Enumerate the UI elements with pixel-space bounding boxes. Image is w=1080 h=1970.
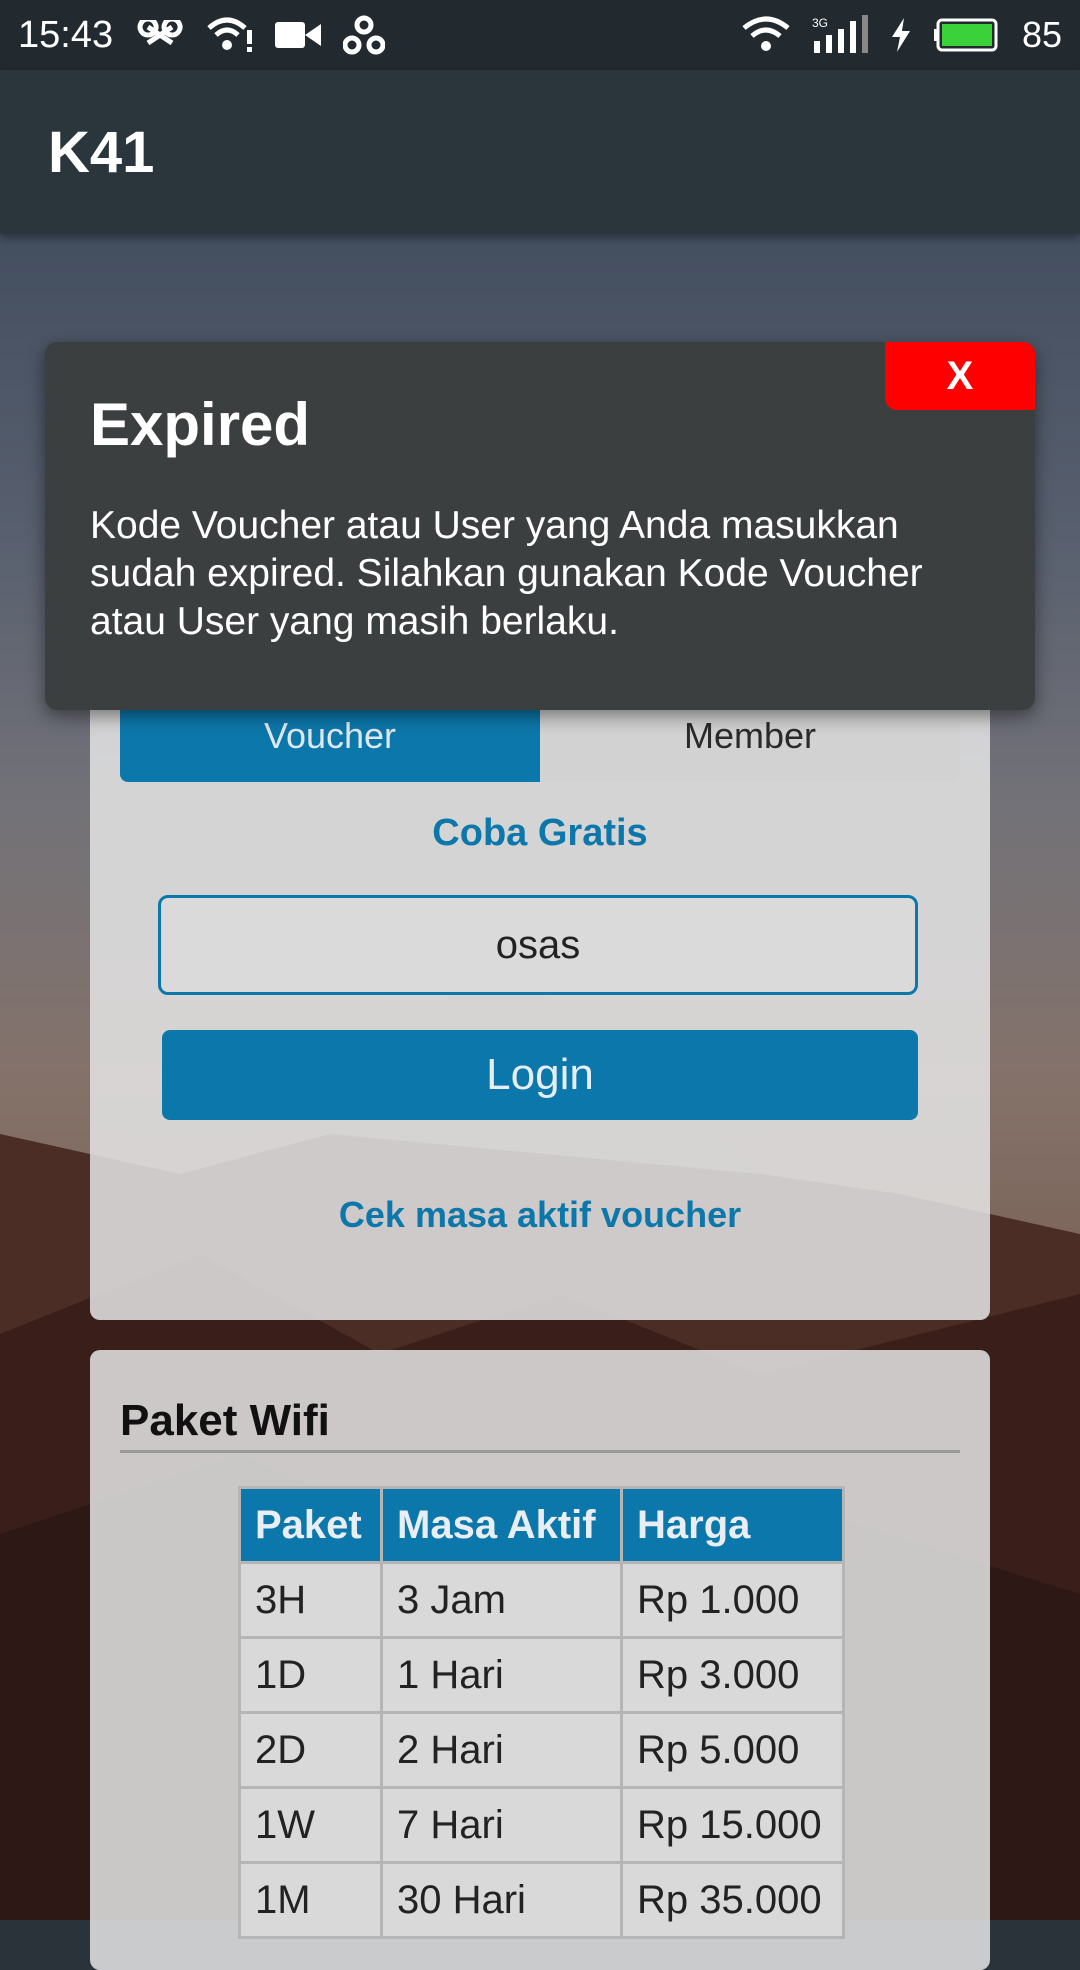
status-bar: 15:43 3G 85	[0, 0, 1080, 70]
paket-table: Paket Masa Aktif Harga 3H 3 Jam Rp 1.000…	[238, 1486, 845, 1939]
header-paket: Paket	[238, 1486, 383, 1564]
cell-paket: 1D	[238, 1636, 383, 1714]
signal-3g-icon: 3G	[812, 15, 868, 55]
table-row: 1D 1 Hari Rp 3.000	[238, 1636, 845, 1714]
table-row: 1M 30 Hari Rp 35.000	[238, 1861, 845, 1939]
cell-paket: 2D	[238, 1711, 383, 1789]
link-icon	[135, 20, 185, 50]
table-row: 1W 7 Hari Rp 15.000	[238, 1786, 845, 1864]
voucher-input[interactable]	[158, 895, 918, 995]
expired-dialog: X Expired Kode Voucher atau User yang An…	[45, 342, 1035, 710]
status-time: 15:43	[18, 13, 114, 56]
login-button[interactable]: Login	[162, 1030, 918, 1120]
cell-masa-aktif: 2 Hari	[380, 1711, 623, 1789]
cell-paket: 1W	[238, 1786, 383, 1864]
cell-masa-aktif: 3 Jam	[380, 1561, 623, 1639]
video-icon	[275, 20, 322, 50]
hotspot-icon	[343, 15, 386, 55]
app-bar: K41	[0, 70, 1080, 234]
header-harga: Harga	[620, 1486, 845, 1564]
status-bar-left: 15:43	[18, 13, 386, 57]
cell-harga: Rp 35.000	[620, 1861, 845, 1939]
cell-harga: Rp 3.000	[620, 1636, 845, 1714]
battery-percent: 85	[1021, 14, 1062, 55]
app-title: K41	[48, 119, 155, 185]
table-header-row: Paket Masa Aktif Harga	[238, 1486, 845, 1564]
table-row: 3H 3 Jam Rp 1.000	[238, 1561, 845, 1639]
svg-text:3G: 3G	[812, 16, 828, 30]
cell-harga: Rp 1.000	[620, 1561, 845, 1639]
header-masa-aktif: Masa Aktif	[380, 1486, 623, 1564]
coba-gratis-link[interactable]: Coba Gratis	[90, 812, 990, 855]
charging-icon	[890, 18, 912, 52]
cek-masa-aktif-link[interactable]: Cek masa aktif voucher	[90, 1194, 990, 1236]
dialog-title: Expired	[90, 391, 311, 458]
wifi-icon	[742, 16, 790, 54]
table-row: 2D 2 Hari Rp 5.000	[238, 1711, 845, 1789]
cell-paket: 1M	[238, 1861, 383, 1939]
dialog-message: Kode Voucher atau User yang Anda masukka…	[90, 504, 923, 643]
cell-harga: Rp 5.000	[620, 1711, 845, 1789]
paket-wifi-card: Paket Wifi Paket Masa Aktif Harga 3H 3 J…	[90, 1350, 990, 1970]
battery-icon	[933, 18, 1000, 52]
close-dialog-button[interactable]: X	[885, 342, 1035, 410]
cell-harga: Rp 15.000	[620, 1786, 845, 1864]
cell-masa-aktif: 7 Hari	[380, 1786, 623, 1864]
wifi-alert-icon	[207, 16, 253, 54]
cell-masa-aktif: 1 Hari	[380, 1636, 623, 1714]
status-bar-right: 3G 85	[742, 14, 1062, 56]
cell-paket: 3H	[238, 1561, 383, 1639]
paket-wifi-title: Paket Wifi	[120, 1396, 330, 1445]
cell-masa-aktif: 30 Hari	[380, 1861, 623, 1939]
paket-divider	[120, 1450, 960, 1453]
